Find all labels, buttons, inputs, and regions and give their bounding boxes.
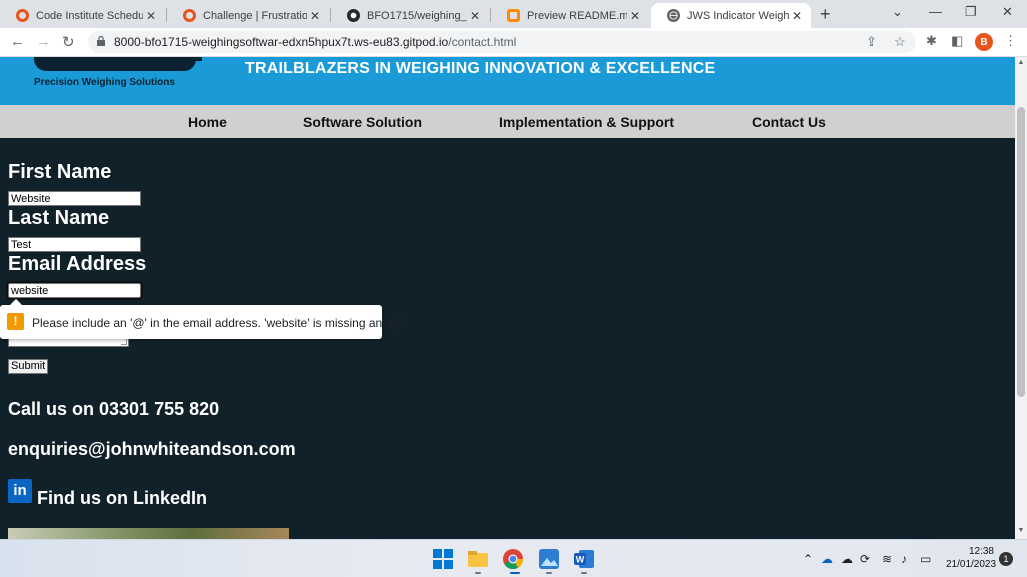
lock-icon bbox=[97, 36, 105, 46]
tab-preview-readme[interactable]: Preview README.md - we ✕ bbox=[491, 3, 649, 28]
email-label: Email Address bbox=[8, 253, 147, 275]
tab-strip: Code Institute Schedule C ✕ Challenge | … bbox=[0, 0, 1027, 28]
volume-icon[interactable]: ♪ bbox=[901, 552, 907, 566]
github-icon bbox=[347, 9, 360, 22]
tab-title: BFO1715/weighing_softw bbox=[367, 9, 467, 22]
phone-text: Call us on 03301 755 820 bbox=[8, 399, 220, 419]
nav-contact-us[interactable]: Contact Us bbox=[752, 114, 826, 130]
globe-icon bbox=[667, 9, 680, 22]
forward-arrow-icon[interactable]: → bbox=[36, 33, 51, 50]
nav-home[interactable]: Home bbox=[188, 114, 227, 130]
minimize-icon[interactable]: — bbox=[929, 4, 942, 19]
clock-date: 21/01/2023 bbox=[946, 559, 997, 570]
onedrive-cloud-icon[interactable]: ☁ bbox=[821, 552, 833, 566]
share-icon[interactable]: ⇪ bbox=[866, 34, 877, 50]
logo-subtitle: Precision Weighing Solutions bbox=[34, 77, 175, 88]
first-name-label: First Name bbox=[8, 161, 112, 183]
running-indicator bbox=[546, 572, 552, 574]
meet-now-icon[interactable]: ⟳ bbox=[860, 552, 870, 566]
side-panel-icon[interactable]: ◧ bbox=[951, 33, 963, 49]
tray-chevron-up-icon[interactable]: ⌃ bbox=[803, 552, 813, 566]
validation-message: Please include an '@' in the email addre… bbox=[32, 316, 406, 330]
linkedin-icon[interactable]: in bbox=[8, 479, 32, 503]
svg-text:W: W bbox=[576, 555, 585, 565]
notification-badge[interactable]: 1 bbox=[999, 552, 1013, 566]
contact-photo bbox=[8, 528, 289, 539]
tooltip-arrow bbox=[10, 299, 22, 305]
submit-button[interactable]: Submit bbox=[8, 359, 49, 374]
code-institute-icon bbox=[183, 9, 196, 22]
tab-code-institute-schedule[interactable]: Code Institute Schedule C ✕ bbox=[0, 3, 165, 28]
tab-title: Challenge | Frustration an bbox=[203, 9, 307, 22]
running-indicator bbox=[475, 572, 481, 574]
battery-icon[interactable]: ▭ bbox=[920, 552, 931, 566]
tab-title: Preview README.md - we bbox=[527, 9, 627, 22]
cloud-sync-icon[interactable]: ☁ bbox=[841, 552, 853, 566]
clock-time: 12:38 bbox=[968, 546, 994, 557]
warning-icon: ! bbox=[7, 313, 24, 330]
scroll-up-arrow-icon[interactable]: ▲ bbox=[1015, 59, 1027, 66]
scroll-down-arrow-icon[interactable]: ▼ bbox=[1015, 527, 1027, 534]
windows-taskbar: W ⌃ ☁ ☁ ⟳ ≋ ♪ ▭ 12:38 21/01/2023 1 bbox=[0, 539, 1027, 577]
close-tab-icon[interactable]: ✕ bbox=[789, 9, 805, 23]
extensions-puzzle-icon[interactable]: ✱ bbox=[926, 33, 937, 49]
reload-icon[interactable]: ↻ bbox=[62, 33, 75, 51]
bookmark-star-icon[interactable]: ☆ bbox=[894, 34, 906, 50]
email-input[interactable] bbox=[6, 281, 143, 300]
site-header: Precision Weighing Solutions TRAILBLAZER… bbox=[0, 57, 1015, 105]
active-indicator bbox=[510, 572, 520, 574]
url-text: 8000-bfo1715-weighingsoftwar-edxn5hpux7t… bbox=[114, 35, 517, 49]
chrome-icon[interactable] bbox=[502, 548, 524, 570]
tab-title: JWS Indicator Weighing S bbox=[687, 9, 789, 22]
site-nav: Home Software Solution Implementation & … bbox=[0, 105, 1015, 138]
scroll-thumb[interactable] bbox=[1017, 107, 1025, 397]
validation-tooltip: ! Please include an '@' in the email add… bbox=[0, 299, 406, 339]
linkedin-link[interactable]: Find us on LinkedIn bbox=[37, 488, 207, 509]
close-tab-icon[interactable]: ✕ bbox=[467, 9, 483, 23]
page-viewport: Precision Weighing Solutions TRAILBLAZER… bbox=[0, 57, 1015, 539]
running-indicator bbox=[581, 572, 587, 574]
system-clock[interactable]: 12:38 21/01/2023 bbox=[946, 545, 997, 571]
close-tab-icon[interactable]: ✕ bbox=[627, 9, 643, 23]
tab-challenge-frustration[interactable]: Challenge | Frustration an ✕ bbox=[167, 3, 329, 28]
back-arrow-icon[interactable]: ← bbox=[10, 33, 25, 50]
wifi-icon[interactable]: ≋ bbox=[882, 552, 892, 566]
photos-icon[interactable] bbox=[538, 548, 560, 570]
first-name-input[interactable] bbox=[8, 191, 141, 206]
code-institute-icon bbox=[16, 9, 29, 22]
new-tab-button[interactable]: + bbox=[820, 4, 831, 25]
tab-jws-contact[interactable]: JWS Indicator Weighing S ✕ bbox=[651, 3, 811, 28]
tab-title: Code Institute Schedule C bbox=[36, 9, 143, 22]
close-tab-icon[interactable]: ✕ bbox=[307, 9, 323, 23]
close-window-icon[interactable]: ✕ bbox=[1002, 4, 1013, 20]
address-bar[interactable]: 8000-bfo1715-weighingsoftwar-edxn5hpux7t… bbox=[88, 31, 916, 53]
tab-search-chevron-icon[interactable]: ⌄ bbox=[892, 4, 903, 20]
tab-github-repo[interactable]: BFO1715/weighing_softw ✕ bbox=[331, 3, 489, 28]
resize-handle[interactable] bbox=[121, 339, 127, 345]
site-tagline: TRAILBLAZERS IN WEIGHING INNOVATION & EX… bbox=[245, 60, 716, 77]
close-tab-icon[interactable]: ✕ bbox=[143, 9, 159, 23]
gitpod-icon bbox=[507, 9, 520, 22]
email-link[interactable]: enquiries@johnwhiteandson.com bbox=[8, 439, 296, 460]
file-explorer-icon[interactable] bbox=[467, 548, 489, 570]
nav-software-solution[interactable]: Software Solution bbox=[303, 114, 422, 130]
page-scrollbar[interactable]: ▲ ▼ bbox=[1015, 57, 1027, 539]
profile-avatar[interactable]: B bbox=[975, 33, 993, 51]
chrome-menu-icon[interactable]: ⋮ bbox=[1004, 33, 1017, 49]
last-name-label: Last Name bbox=[8, 207, 110, 229]
last-name-input[interactable] bbox=[8, 237, 141, 252]
word-icon[interactable]: W bbox=[573, 548, 595, 570]
browser-toolbar: ← → ↻ 8000-bfo1715-weighingsoftwar-edxn5… bbox=[0, 28, 1027, 57]
nav-implementation-support[interactable]: Implementation & Support bbox=[499, 114, 674, 130]
windows-start-icon[interactable] bbox=[432, 548, 454, 570]
restore-icon[interactable]: ❐ bbox=[965, 4, 977, 20]
